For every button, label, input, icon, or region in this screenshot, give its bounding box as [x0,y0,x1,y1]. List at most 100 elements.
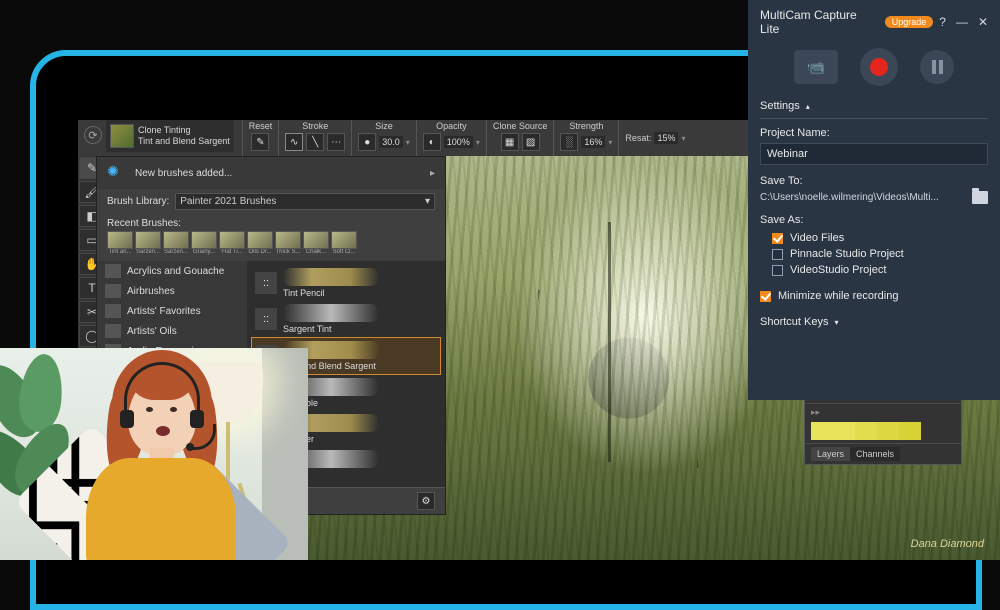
save-to-label: Save To: [760,175,988,187]
recent-brush[interactable]: Soft Cl... [331,231,357,255]
swatch-nav-icon[interactable]: ▸▸ [811,407,820,417]
pause-button[interactable] [920,50,954,84]
project-name-input[interactable] [760,143,988,165]
recent-brush[interactable]: Oils Dr... [247,231,273,255]
harmony-swatch[interactable] [899,422,921,440]
brush-thumb-icon: :: [255,272,277,294]
divider [760,118,988,119]
recent-brush[interactable]: Chalk... [303,231,329,255]
chevron-down-icon[interactable]: ▾ [834,318,838,327]
opt-size-label: Size [375,120,393,132]
shortcut-keys-label[interactable]: Shortcut Keys [760,316,828,328]
compat-settings-icon[interactable]: ⚙ [417,492,435,510]
recent-brush[interactable]: Tint an... [107,231,133,255]
tab-channels[interactable]: Channels [850,447,900,461]
strength-icon[interactable]: ░ [560,133,578,151]
recent-brushes-label: Recent Brushes: [107,218,181,229]
save-as-option[interactable]: Video Files [760,230,988,246]
recent-brush[interactable]: Sarzen... [163,231,189,255]
upgrade-button[interactable]: Upgrade [885,16,934,28]
harmony-swatches[interactable] [811,422,955,440]
recent-brush[interactable]: Flat Ti... [219,231,245,255]
size-icon[interactable]: ● [358,133,376,151]
brush-variant[interactable]: ::Tint Pencil [251,265,441,301]
brush-variant-name: Tint Pencil [283,288,379,298]
chevron-down-icon[interactable]: ▾ [608,138,612,147]
harmony-swatch[interactable] [833,422,855,440]
brush-stroke-preview [283,304,379,322]
opacity-value[interactable]: 100% [444,136,473,148]
opt-reset-label: Reset [249,120,273,132]
settings-section-label[interactable]: Settings [760,100,800,112]
close-window-icon[interactable]: ✕ [978,15,988,29]
opt-strength-label: Strength [569,120,603,132]
save-as-option[interactable]: Pinnacle Studio Project [760,246,988,262]
webcam-preview [0,348,308,560]
clone-source-a-icon[interactable]: ▦ [501,133,519,151]
checkbox[interactable] [772,249,783,260]
save-as-option-label: Pinnacle Studio Project [790,248,904,260]
refresh-icon[interactable]: ⟳ [84,126,102,144]
arrow-right-icon[interactable]: ▸ [430,168,435,179]
brush-thumb-icon: :: [255,308,277,330]
reset-icon[interactable]: ✎ [251,133,269,151]
save-as-label: Save As: [760,214,988,226]
brush-category-icon [105,264,121,278]
stroke-dots-icon[interactable]: ⋯ [327,133,345,151]
resat-value[interactable]: 15% [654,132,678,144]
brush-category[interactable]: Artists' Oils [97,321,247,341]
brush-category[interactable]: Acrylics and Gouache [97,261,247,281]
record-button[interactable] [860,48,898,86]
brush-thumb-icon [110,124,134,148]
brush-category[interactable]: Artists' Favorites [97,301,247,321]
clone-source-b-icon[interactable]: ▨ [522,133,540,151]
tab-layers[interactable]: Layers [811,447,850,461]
opacity-icon[interactable]: ◐ [423,133,441,151]
presenter [72,358,252,560]
checkbox[interactable] [772,233,783,244]
brush-category[interactable]: Airbrushes [97,281,247,301]
size-value[interactable]: 30.0 [379,136,403,148]
chevron-down-icon[interactable]: ▾ [406,138,410,147]
brush-variant[interactable]: ::Sargent Tint [251,301,441,337]
stroke-line-icon[interactable]: ╲ [306,133,324,151]
opt-clone-source-label: Clone Source [493,120,548,132]
minimize-checkbox[interactable] [760,291,771,302]
gear-sparkle-icon: ✺ [107,163,127,183]
save-as-option[interactable]: VideoStudio Project [760,262,988,278]
brush-library-label: Brush Library: [107,196,169,207]
record-icon [870,58,888,76]
recent-brush[interactable]: Thick S... [275,231,301,255]
chevron-down-icon[interactable]: ▾ [476,138,480,147]
chevron-up-icon[interactable]: ▴ [806,102,810,111]
stroke-freehand-icon[interactable]: ∿ [285,133,303,151]
chevron-down-icon: ▾ [425,196,430,207]
current-brush-chip[interactable]: Clone Tinting Tint and Blend Sargent [106,120,234,152]
minimize-window-icon[interactable]: — [956,15,968,29]
opt-stroke-label: Stroke [302,120,328,132]
source-camera-button[interactable]: 📹 [794,50,838,84]
harmony-swatch[interactable] [877,422,899,440]
brush-variant-name: Sargent Tint [283,324,379,334]
save-as-option-label: VideoStudio Project [790,264,886,276]
strength-value[interactable]: 16% [581,136,605,148]
recent-brushes-strip: Tint an...Sarzen...Sarzen...Grainy...Fla… [97,229,445,261]
help-icon[interactable]: ? [939,15,946,29]
brush-chip-title: Clone Tinting [138,125,230,136]
artist-signature: Dana Diamond [911,538,984,550]
brush-library-value: Painter 2021 Brushes [180,196,276,207]
save-as-option-label: Video Files [790,232,844,244]
harmony-swatch[interactable] [855,422,877,440]
harmony-swatch[interactable] [811,422,833,440]
brush-library-select[interactable]: Painter 2021 Brushes ▾ [175,193,435,210]
project-name-label: Project Name: [760,127,988,139]
browse-folder-icon[interactable] [972,191,988,204]
recent-brush[interactable]: Sarzen... [135,231,161,255]
multicam-capture-panel: MultiCam Capture Lite Upgrade ? — ✕ 📹 Se… [748,0,1000,400]
recent-brush[interactable]: Grainy... [191,231,217,255]
checkbox[interactable] [772,265,783,276]
save-to-path: C:\Users\noelle.wilmering\Videos\Multi..… [760,192,964,203]
opt-resat-label: Resat: [625,132,651,144]
pause-icon-bar [939,60,943,74]
chevron-down-icon[interactable]: ▾ [681,134,685,143]
